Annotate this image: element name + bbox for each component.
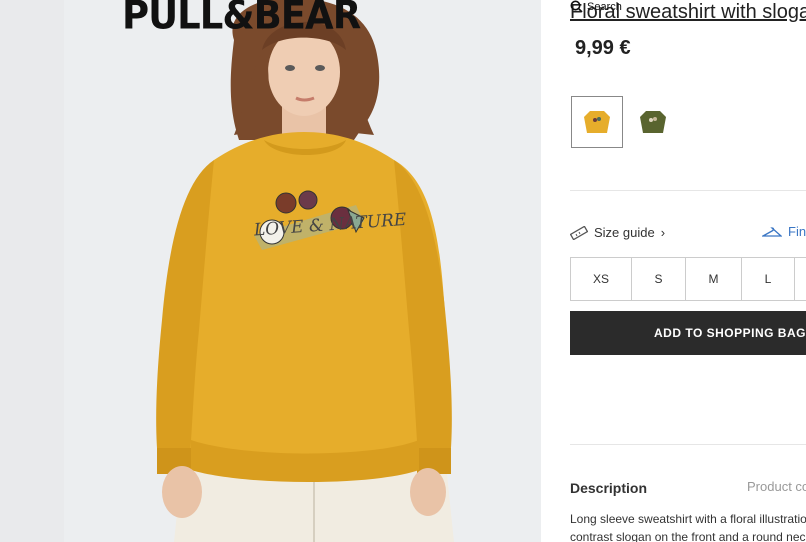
description-text: Long sleeve sweatshirt with a floral ill… (570, 510, 806, 542)
find-size-label: Find (788, 224, 806, 239)
ruler-icon (570, 225, 588, 240)
add-to-bag-button[interactable]: ADD TO SHOPPING BAG (570, 311, 806, 355)
search-icon (570, 0, 583, 13)
hanger-icon (762, 226, 782, 237)
find-size-link[interactable]: Find (762, 224, 806, 239)
size-selector: XS S M L (570, 257, 806, 301)
size-option-more[interactable] (795, 258, 806, 300)
product-details-panel: Floral sweatshirt with slogan Search 9,9… (541, 0, 806, 542)
color-swatch-khaki[interactable] (627, 96, 679, 148)
section-divider (570, 190, 806, 191)
section-divider (570, 444, 806, 445)
sweatshirt-thumbnail-icon (584, 111, 610, 133)
description-line: contrast slogan on the front and a round… (570, 530, 806, 542)
chevron-right-icon: › (660, 225, 666, 240)
product-price: 9,99 € (575, 37, 631, 59)
sweatshirt-thumbnail-icon (640, 111, 666, 133)
search-label: Search (587, 0, 622, 13)
size-guide-label: Size guide (594, 225, 655, 240)
product-photo[interactable]: LOVE & NATURE (64, 0, 541, 542)
side-panel-strip (0, 0, 65, 542)
brand-logo[interactable]: PULL&BEAR (122, 0, 361, 38)
model-illustration: LOVE & NATURE (64, 0, 541, 542)
size-option-m[interactable]: M (686, 258, 742, 300)
size-guide-link[interactable]: Size guide › (570, 225, 665, 240)
size-option-xs[interactable]: XS (571, 258, 632, 300)
description-title[interactable]: Description (570, 480, 647, 496)
search-button[interactable]: Search (570, 0, 622, 13)
size-option-l[interactable]: L (742, 258, 795, 300)
composition-tab[interactable]: Product composition (747, 479, 806, 494)
color-swatch-mustard[interactable] (571, 96, 623, 148)
description-line: Long sleeve sweatshirt with a floral ill… (570, 512, 806, 526)
size-option-s[interactable]: S (632, 258, 686, 300)
